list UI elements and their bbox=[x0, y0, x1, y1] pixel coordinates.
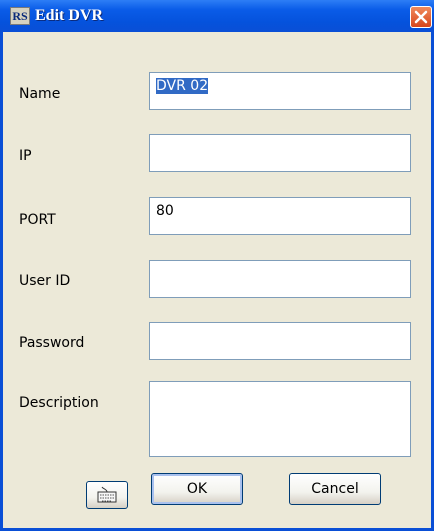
name-value: DVR 02 bbox=[156, 78, 209, 94]
port-label: PORT bbox=[19, 212, 56, 228]
cancel-button[interactable]: Cancel bbox=[289, 473, 381, 505]
port-field[interactable]: 80 bbox=[149, 197, 411, 235]
keyboard-icon bbox=[97, 486, 117, 503]
close-button[interactable] bbox=[410, 6, 432, 28]
name-field[interactable]: DVR 02 bbox=[149, 72, 411, 110]
userid-field[interactable] bbox=[149, 260, 411, 298]
app-icon: RS bbox=[10, 7, 30, 25]
title-bar[interactable]: RS Edit DVR bbox=[0, 0, 434, 32]
keyboard-button[interactable] bbox=[86, 481, 128, 509]
dialog-title: Edit DVR bbox=[35, 7, 104, 24]
ip-label: IP bbox=[19, 148, 32, 164]
ip-field[interactable] bbox=[149, 134, 411, 172]
ok-button[interactable]: OK bbox=[151, 473, 243, 505]
password-field[interactable] bbox=[149, 322, 411, 360]
description-field[interactable] bbox=[149, 381, 411, 457]
userid-label: User ID bbox=[19, 273, 71, 289]
edit-dvr-dialog: RS Edit DVR Name DVR 02 IP PORT 80 User … bbox=[0, 0, 434, 531]
port-value: 80 bbox=[156, 203, 174, 219]
close-icon bbox=[414, 10, 428, 24]
password-label: Password bbox=[19, 335, 85, 351]
description-label: Description bbox=[19, 395, 99, 411]
name-label: Name bbox=[19, 86, 61, 102]
